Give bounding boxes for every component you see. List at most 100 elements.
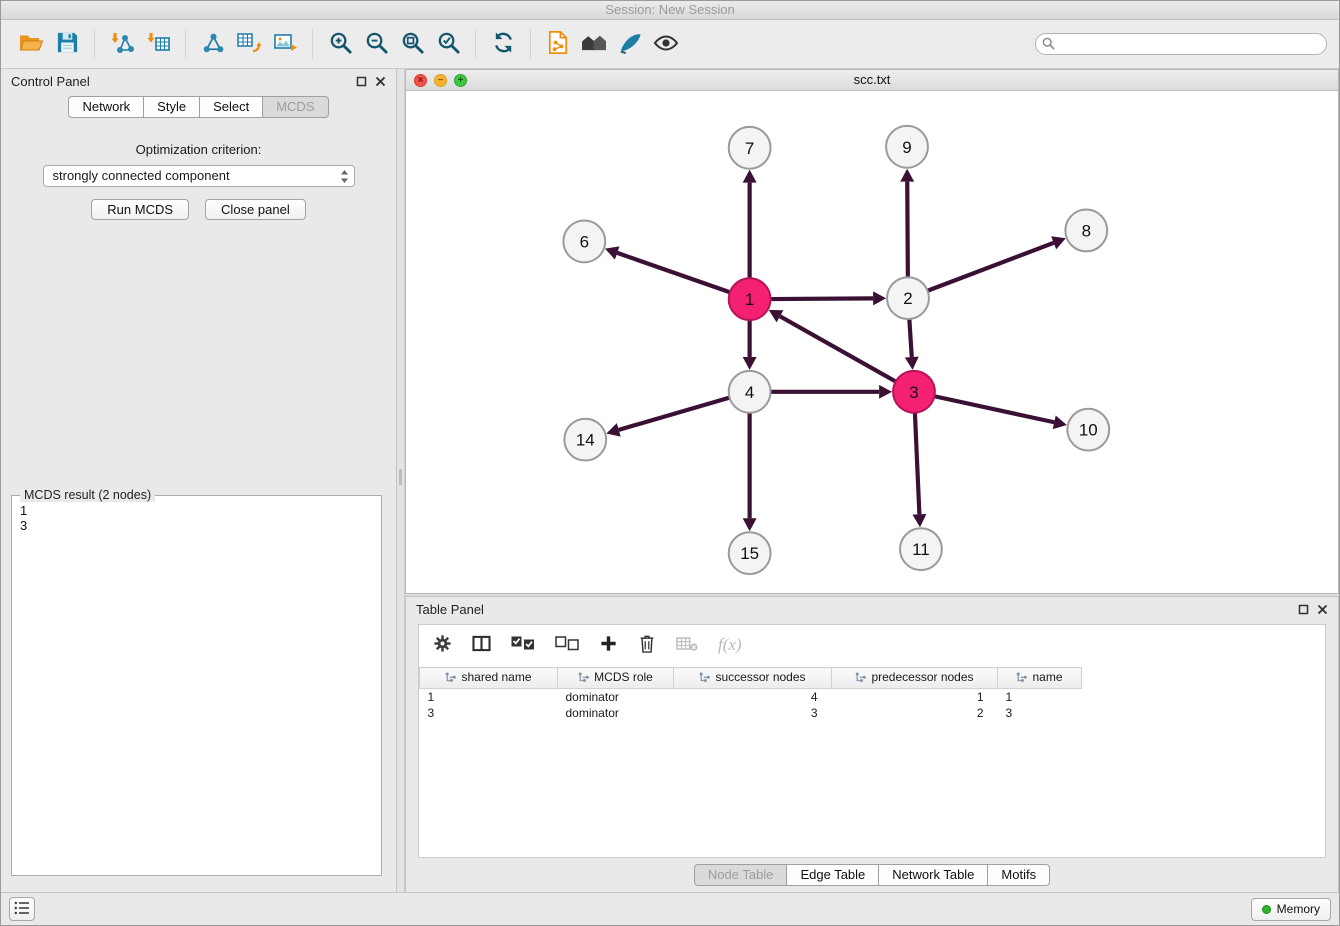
close-panel-action-button[interactable]: Close panel	[205, 199, 306, 220]
close-panel-button[interactable]	[375, 76, 386, 87]
run-mcds-button[interactable]: Run MCDS	[91, 199, 189, 220]
graph-node-8[interactable]: 8	[1065, 210, 1107, 252]
zoom-selected-icon	[436, 30, 461, 58]
sort-icon	[855, 672, 866, 683]
edge-3-11[interactable]	[915, 413, 920, 515]
optimization-criterion-label: Optimization criterion:	[1, 142, 396, 157]
edge-4-14[interactable]	[619, 398, 730, 430]
control-panel-tabs: NetworkStyleSelectMCDS	[1, 96, 396, 118]
delete-row-button[interactable]	[638, 633, 656, 657]
column-header-predecessor-nodes[interactable]: predecessor nodes	[832, 668, 998, 689]
save-session-button[interactable]	[49, 26, 85, 62]
network-file-button[interactable]	[540, 26, 576, 62]
search-input[interactable]	[1035, 33, 1327, 55]
graph-node-7[interactable]: 7	[729, 127, 771, 169]
table-cell[interactable]: dominator	[558, 705, 674, 721]
zoom-fit-button[interactable]	[394, 26, 430, 62]
tab-network-table[interactable]: Network Table	[879, 864, 988, 886]
zoom-selected-button[interactable]	[430, 26, 466, 62]
column-header-shared-name[interactable]: shared name	[420, 668, 558, 689]
edge-3-10[interactable]	[934, 396, 1054, 422]
close-panel-button[interactable]	[1317, 604, 1328, 615]
edge-1-2[interactable]	[771, 298, 874, 299]
function-builder-button[interactable]: f(x)	[718, 635, 742, 655]
table-settings-button[interactable]	[433, 634, 452, 656]
home-button[interactable]	[576, 26, 612, 62]
table-cell[interactable]: 1	[832, 688, 998, 705]
unselect-all-button[interactable]	[555, 636, 579, 654]
select-all-button[interactable]	[511, 636, 535, 654]
edge-arrowhead	[905, 357, 919, 370]
tab-style[interactable]: Style	[144, 96, 200, 118]
import-table-button[interactable]	[140, 26, 176, 62]
minimize-window-button[interactable]: −	[434, 74, 447, 87]
close-window-button[interactable]: ×	[414, 74, 427, 87]
splitter-grip[interactable]	[399, 469, 402, 485]
table-row[interactable]: 3dominator323	[420, 705, 1082, 721]
new-network-button[interactable]	[195, 26, 231, 62]
network-window-titlebar[interactable]: × − + scc.txt	[406, 70, 1338, 91]
edge-arrowhead	[1053, 415, 1067, 429]
graph-node-9[interactable]: 9	[886, 126, 928, 168]
tab-edge-table[interactable]: Edge Table	[787, 864, 879, 886]
column-header-name[interactable]: name	[998, 668, 1082, 689]
network-from-table-button[interactable]	[231, 26, 267, 62]
zoom-window-button[interactable]: +	[454, 74, 467, 87]
table-cell[interactable]: 4	[674, 688, 832, 705]
graph-node-11[interactable]: 11	[900, 528, 942, 570]
table-row[interactable]: 1dominator411	[420, 688, 1082, 705]
sort-icon	[699, 672, 710, 683]
tab-mcds[interactable]: MCDS	[263, 96, 328, 118]
tab-network[interactable]: Network	[68, 96, 144, 118]
tab-motifs[interactable]: Motifs	[988, 864, 1050, 886]
tab-select[interactable]: Select	[200, 96, 263, 118]
show-columns-button[interactable]	[472, 635, 491, 655]
show-graphics-button[interactable]	[648, 26, 684, 62]
graph-node-14[interactable]: 14	[564, 419, 606, 461]
float-panel-button[interactable]	[1298, 604, 1309, 615]
table-cell[interactable]: 2	[832, 705, 998, 721]
node-label: 10	[1079, 421, 1098, 440]
column-header-successor-nodes[interactable]: successor nodes	[674, 668, 832, 689]
edge-1-6[interactable]	[617, 253, 730, 292]
graph-node-15[interactable]: 15	[729, 532, 771, 574]
table-cell[interactable]: 3	[420, 705, 558, 721]
vertical-splitter[interactable]	[397, 69, 405, 892]
graph-node-1[interactable]: 1	[729, 278, 771, 320]
edge-arrowhead	[606, 423, 620, 436]
edge-2-8[interactable]	[928, 243, 1054, 291]
graph-node-2[interactable]: 2	[887, 277, 929, 319]
graph-node-3[interactable]: 3	[893, 371, 935, 413]
memory-button[interactable]: Memory	[1251, 898, 1331, 921]
apply-layout-button[interactable]	[485, 26, 521, 62]
delete-table-button[interactable]	[676, 636, 698, 655]
graph-node-6[interactable]: 6	[563, 220, 605, 262]
table-cell[interactable]: 1	[420, 688, 558, 705]
column-header-MCDS-role[interactable]: MCDS role	[558, 668, 674, 689]
edge-2-3[interactable]	[909, 319, 911, 357]
open-session-button[interactable]	[13, 26, 49, 62]
float-panel-button[interactable]	[356, 76, 367, 87]
zoom-in-button[interactable]	[322, 26, 358, 62]
tab-node-table[interactable]: Node Table	[694, 864, 788, 886]
add-row-button[interactable]	[599, 634, 618, 656]
refresh-icon	[491, 30, 516, 58]
graph-node-10[interactable]: 10	[1067, 409, 1109, 451]
memory-status-icon	[1262, 905, 1271, 914]
export-image-button[interactable]	[267, 26, 303, 62]
table-cell[interactable]: 3	[998, 705, 1082, 721]
task-history-button[interactable]	[9, 897, 35, 921]
table-cell[interactable]: dominator	[558, 688, 674, 705]
edge-3-1[interactable]	[780, 316, 896, 381]
import-network-button[interactable]	[104, 26, 140, 62]
edge-2-9[interactable]	[907, 182, 908, 278]
network-canvas[interactable]: 7 9 6 8 1 2 4 3 14 10 15 11	[406, 91, 1338, 593]
table-cell[interactable]: 1	[998, 688, 1082, 705]
network-graph[interactable]: 7 9 6 8 1 2 4 3 14 10 15 11	[406, 91, 1338, 593]
apply-style-button[interactable]	[612, 26, 648, 62]
table-cell[interactable]: 3	[674, 705, 832, 721]
zoom-out-button[interactable]	[358, 26, 394, 62]
zoom-in-icon	[328, 30, 353, 58]
optimization-criterion-select[interactable]: strongly connected component	[43, 165, 355, 187]
graph-node-4[interactable]: 4	[729, 371, 771, 413]
